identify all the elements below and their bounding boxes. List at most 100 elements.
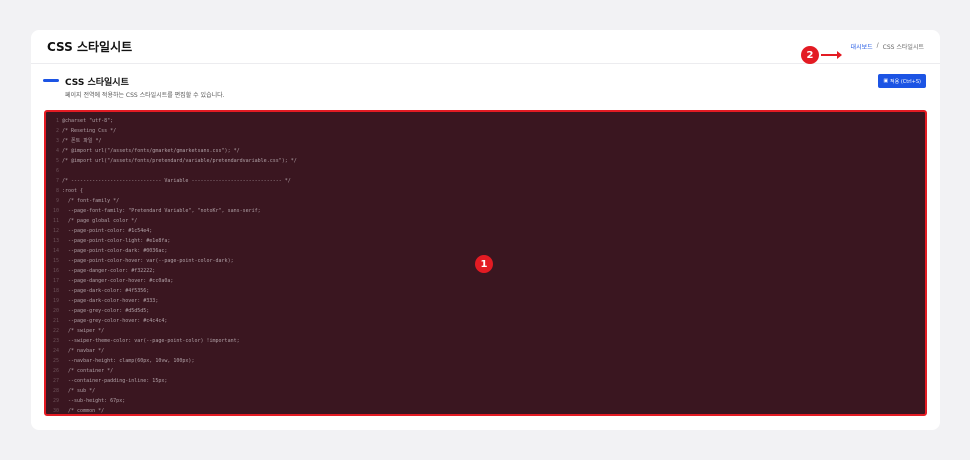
code-line: 7/* ------------------------------ Varia… [46,176,925,186]
code-line: 28 /* sub */ [46,386,925,396]
code-text: --navbar-height: clamp(60px, 10vw, 100px… [62,358,195,364]
code-text: --page-dark-color-hover: #333; [62,298,159,304]
code-line: 17 --page-danger-color-hover: #cc0a0a; [46,276,925,286]
line-number: 29 [52,398,59,404]
section-description: 페이지 전역에 적용하는 CSS 스타일시트를 편집할 수 있습니다. [65,92,225,99]
line-number: 10 [52,208,59,214]
code-line: 20 --page-grey-color: #d5d5d5; [46,306,925,316]
section-title: CSS 스타일시트 [65,78,129,88]
code-text: --page-grey-color-hover: #c4c4c4; [62,318,168,324]
line-number: 12 [52,228,59,234]
code-text: --page-dark-color: #4f5356; [62,288,150,294]
line-number: 22 [52,328,59,334]
code-line: 5/* @import url("/assets/fonts/pretendar… [46,156,925,166]
line-number: 7 [55,178,59,184]
code-line: 18 --page-dark-color: #4f5356; [46,286,925,296]
code-line: 8:root { [46,186,925,196]
code-line: 6 [46,166,925,176]
breadcrumb: 대시보드 / CSS 스타일시트 [851,42,924,51]
line-number: 2 [55,128,59,134]
line-number: 19 [52,298,59,304]
code-text: --page-point-color-dark: #0036ac; [62,248,168,254]
apply-button-label: 적용 (Ctrl+S) [890,78,921,85]
code-line: 24 /* navbar */ [46,346,925,356]
line-number: 8 [55,188,59,194]
code-line: 11 /* page global color */ [46,216,925,226]
line-number: 9 [55,198,59,204]
code-text: --page-point-color-hover: var(--page-poi… [62,258,234,264]
code-text: /* ------------------------------ Variab… [62,178,291,184]
code-text: /* page global color */ [62,218,138,224]
code-text: --page-danger-color-hover: #cc0a0a; [62,278,174,284]
code-text: --page-grey-color: #d5d5d5; [62,308,150,314]
line-number: 18 [52,288,59,294]
code-text: /* sub */ [62,388,96,394]
breadcrumb-dashboard-link[interactable]: 대시보드 [851,42,873,51]
code-text: /* common */ [62,408,105,414]
section-header: CSS 스타일시트 페이지 전역에 적용하는 CSS 스타일시트를 편집할 수 … [31,64,940,104]
code-text: --page-point-color: #1c54e4; [62,228,153,234]
line-number: 20 [52,308,59,314]
section-accent-bar [43,79,59,82]
code-line: 9 /* font-family */ [46,196,925,206]
code-line: 22 /* swiper */ [46,326,925,336]
code-line: 21 --page-grey-color-hover: #c4c4c4; [46,316,925,326]
code-line: 1 @charset "utf-8"; [46,116,925,126]
line-number: 5 [55,158,59,164]
line-number: 26 [52,368,59,374]
code-text: --container-padding-inline: 15px; [62,378,168,384]
line-number: 27 [52,378,59,384]
code-text: /* @import url("/assets/fonts/gmarket/gm… [62,148,240,154]
line-number: 6 [55,168,59,174]
code-text: /* font-family */ [62,198,120,204]
code-text: /* navbar */ [62,348,105,354]
code-text: /* 폰트 파일 */ [62,138,102,144]
code-line: 4/* @import url("/assets/fonts/gmarket/g… [46,146,925,156]
annotation-badge-2: 2 [801,46,819,64]
code-line: 2/* Reseting Css */ [46,126,925,136]
code-line: 19 --page-dark-color-hover: #333; [46,296,925,306]
annotation-badge-1: 1 [475,255,493,273]
page-title: CSS 스타일시트 [47,40,133,54]
line-number: 1 [55,118,59,124]
code-text: --page-point-color-light: #e1e8fa; [62,238,171,244]
code-text: /* swiper */ [62,328,105,334]
line-number: 4 [55,148,59,154]
code-line: 13 --page-point-color-light: #e1e8fa; [46,236,925,246]
breadcrumb-separator: / [876,42,879,49]
breadcrumb-current: CSS 스타일시트 [882,44,924,51]
code-line: 26 /* container */ [46,366,925,376]
line-number: 28 [52,388,59,394]
code-text: /* @import url("/assets/fonts/pretendard… [62,158,297,164]
line-number: 3 [55,138,59,144]
code-line: 25 --navbar-height: clamp(60px, 10vw, 10… [46,356,925,366]
code-text: /* Reseting Css */ [62,128,117,134]
apply-button[interactable]: ▣ 적용 (Ctrl+S) [878,74,926,88]
line-number: 21 [52,318,59,324]
code-line: 30 /* common */ [46,406,925,414]
code-text: @charset "utf-8"; [62,118,114,124]
line-number: 11 [52,218,59,224]
code-text: --page-font-family: "Pretendard Variable… [62,208,261,214]
save-icon: ▣ [883,78,889,84]
line-number: 15 [52,258,59,264]
line-number: 24 [52,348,59,354]
line-number: 23 [52,338,59,344]
line-number: 13 [52,238,59,244]
line-number: 14 [52,248,59,254]
line-number: 30 [52,408,59,414]
annotation-arrow-icon [821,51,842,59]
code-text: --page-danger-color: #f32222; [62,268,156,274]
code-line: 27 --container-padding-inline: 15px; [46,376,925,386]
code-line: 10 --page-font-family: "Pretendard Varia… [46,206,925,216]
main-card: CSS 스타일시트 대시보드 / CSS 스타일시트 CSS 스타일시트 페이지… [31,30,940,430]
code-line: 29 --sub-height: 67px; [46,396,925,406]
code-line: 3/* 폰트 파일 */ [46,136,925,146]
code-text: /* container */ [62,368,114,374]
code-line: 12 --page-point-color: #1c54e4; [46,226,925,236]
line-number: 17 [52,278,59,284]
code-text: :root { [62,188,84,194]
code-text: --swiper-theme-color: var(--page-point-c… [62,338,240,344]
code-text: --sub-height: 67px; [62,398,126,404]
line-number: 25 [52,358,59,364]
